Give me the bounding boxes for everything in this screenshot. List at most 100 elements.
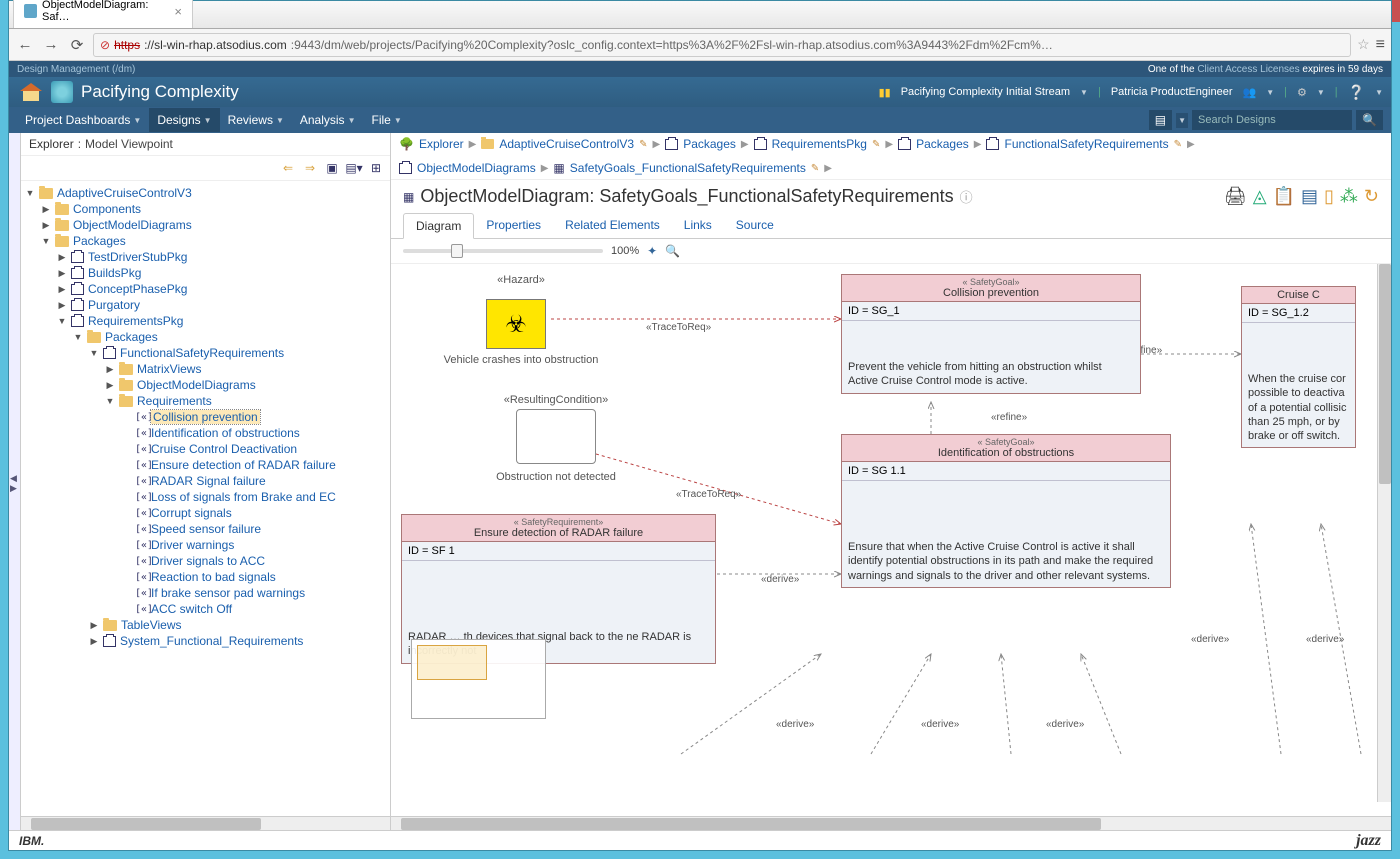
tree-requirement-item[interactable]: [«]If brake sensor pad warnings <box>121 585 390 601</box>
search-input[interactable] <box>1192 110 1352 130</box>
minimap[interactable] <box>411 639 546 719</box>
uml-sg12[interactable]: Cruise C ID = SG_1.2 When the cruise cor… <box>1241 286 1356 448</box>
tree-requirements[interactable]: ▼Requirements <box>105 393 390 409</box>
layout-icon[interactable]: ▤ <box>1149 110 1172 130</box>
requirement-icon: [«] <box>135 524 147 535</box>
menu-designs[interactable]: Designs▼ <box>149 108 219 132</box>
doc-icon[interactable]: ▯ <box>1324 186 1334 207</box>
home-icon[interactable] <box>17 80 45 104</box>
tree-requirement-item[interactable]: [«]Driver warnings <box>121 537 390 553</box>
app-context: Design Management (/dm) <box>17 64 135 75</box>
info-icon[interactable]: ⓘ <box>960 187 973 206</box>
menu-project-dashboards[interactable]: Project Dashboards▼ <box>17 108 149 132</box>
tree-sysfr[interactable]: ▶System_Functional_Requirements <box>89 633 390 649</box>
bookmark-icon[interactable]: ☆ <box>1357 36 1370 53</box>
zoom-bar: 100% ✦ 🔍 <box>391 239 1391 263</box>
resulting-condition-box[interactable] <box>516 409 596 464</box>
tree-requirement-item[interactable]: [«]Ensure detection of RADAR failure <box>121 457 390 473</box>
browser-tab[interactable]: ObjectModelDiagram: Saf… × <box>13 0 193 28</box>
forward-button[interactable]: → <box>41 35 61 55</box>
bc-item[interactable]: Packages <box>683 137 736 151</box>
tree-reqpkg[interactable]: ▼RequirementsPkg <box>57 313 390 329</box>
tree-matrixviews[interactable]: ▶MatrixViews <box>105 361 390 377</box>
tree-icon[interactable]: ▤ <box>1301 186 1318 207</box>
tree-requirement-item[interactable]: [«]Loss of signals from Brake and EC <box>121 489 390 505</box>
tree-omd2[interactable]: ▶ObjectModelDiagrams <box>105 377 390 393</box>
menu-reviews[interactable]: Reviews▼ <box>220 108 292 132</box>
reload-button[interactable]: ⟳ <box>67 35 87 55</box>
tree-requirement-item[interactable]: [«]Corrupt signals <box>121 505 390 521</box>
menu-analysis[interactable]: Analysis▼ <box>292 108 364 132</box>
back-button[interactable]: ← <box>15 35 35 55</box>
nav-fwd-icon[interactable]: ⇒ <box>302 160 318 176</box>
help-icon[interactable]: ❔ <box>1348 84 1365 101</box>
tree-fsreq[interactable]: ▼FunctionalSafetyRequirements <box>89 345 390 361</box>
bc-current[interactable]: SafetyGoals_FunctionalSafetyRequirements <box>570 161 806 175</box>
url-input[interactable]: ⊘ https ://sl-win-rhap.atsodius.com :944… <box>93 33 1351 57</box>
tree-requirement-item[interactable]: [«]ACC switch Off <box>121 601 390 617</box>
tree-components[interactable]: ▶Components <box>41 201 390 217</box>
app-title: Pacifying Complexity <box>81 82 879 102</box>
search-icon[interactable]: 🔍 <box>1356 110 1383 130</box>
tree-root[interactable]: ▼AdaptiveCruiseControlV3 <box>25 185 390 201</box>
tree-omd[interactable]: ▶ObjectModelDiagrams <box>41 217 390 233</box>
bc-item[interactable]: FunctionalSafetyRequirements <box>1004 137 1168 151</box>
tree-requirement-item[interactable]: [«]Identification of obstructions <box>121 425 390 441</box>
copy-icon[interactable]: 📋 <box>1273 186 1295 207</box>
zoom-fit-icon[interactable]: ✦ <box>647 244 657 258</box>
collapse-icon[interactable]: ▣ <box>324 160 340 176</box>
hazard-icon[interactable]: ☣ <box>486 299 546 349</box>
tree-requirement-item[interactable]: [«]RADAR Signal failure <box>121 473 390 489</box>
zoom-mag-icon[interactable]: 🔍 <box>665 244 680 258</box>
tab-links[interactable]: Links <box>672 213 724 238</box>
refresh-icon[interactable]: ↻ <box>1364 186 1379 207</box>
zoom-slider[interactable] <box>403 249 603 253</box>
tree-pkg[interactable]: ▶BuildsPkg <box>57 265 390 281</box>
bc-item[interactable]: Packages <box>916 137 969 151</box>
license-link[interactable]: Client Access Licenses <box>1197 64 1299 75</box>
tab-diagram[interactable]: Diagram <box>403 213 474 239</box>
tab-source[interactable]: Source <box>724 213 786 238</box>
tree-pkg[interactable]: ▶Purgatory <box>57 297 390 313</box>
pencil-icon[interactable]: ✎ <box>639 139 647 150</box>
tree-pkg[interactable]: ▶ConceptPhasePkg <box>57 281 390 297</box>
minimap-viewport[interactable] <box>417 645 487 680</box>
tree-tableviews[interactable]: ▶TableViews <box>89 617 390 633</box>
user-name[interactable]: Patricia ProductEngineer <box>1111 86 1233 98</box>
menu-icon[interactable]: ≡ <box>1376 36 1385 54</box>
tree-requirement-item[interactable]: [«]Driver signals to ACC <box>121 553 390 569</box>
diagram-canvas-wrap[interactable]: «Hazard» ☣ Vehicle crashes into obstruct… <box>391 263 1391 816</box>
sidebar-toggle[interactable]: ◀▶ <box>9 133 21 830</box>
tree-requirement-item[interactable]: [«]Reaction to bad signals <box>121 569 390 585</box>
bc-item[interactable]: AdaptiveCruiseControlV3 <box>499 137 634 151</box>
bc-item[interactable]: RequirementsPkg <box>772 137 867 151</box>
tree-requirement-item[interactable]: [«]Collision prevention <box>121 409 390 425</box>
tree-requirement-item[interactable]: [«]Speed sensor failure <box>121 521 390 537</box>
requirement-icon: [«] <box>135 604 147 615</box>
bc-explorer[interactable]: Explorer <box>419 137 464 151</box>
tree-subpkg[interactable]: ▼Packages <box>73 329 390 345</box>
filter-icon[interactable]: ▤▾ <box>346 160 362 176</box>
users-icon[interactable]: 👥 <box>1243 86 1257 99</box>
uml-sg1[interactable]: « SafetyGoal»Collision prevention ID = S… <box>841 274 1141 394</box>
nav-back-icon[interactable]: ⇐ <box>280 160 296 176</box>
content-hscrollbar[interactable] <box>391 816 1391 830</box>
print-icon[interactable]: 🖨 <box>1224 186 1247 207</box>
tab-related[interactable]: Related Elements <box>553 213 672 238</box>
tab-properties[interactable]: Properties <box>474 213 553 238</box>
menu-file[interactable]: File▼ <box>363 108 409 132</box>
requirement-icon: [«] <box>135 476 147 487</box>
tree-packages[interactable]: ▼Packages <box>41 233 390 249</box>
content-vscrollbar[interactable] <box>1377 264 1391 802</box>
explorer-hscrollbar[interactable] <box>21 816 390 830</box>
tree-pkg[interactable]: ▶TestDriverStubPkg <box>57 249 390 265</box>
palette-icon[interactable]: ◬ <box>1253 186 1267 207</box>
tree-requirement-item[interactable]: [«]Cruise Control Deactivation <box>121 441 390 457</box>
expand-icon[interactable]: ⊞ <box>368 160 384 176</box>
uml-sg11[interactable]: « SafetyGoal»Identification of obstructi… <box>841 434 1171 588</box>
tab-close-icon[interactable]: × <box>174 4 182 19</box>
bc-item[interactable]: ObjectModelDiagrams <box>417 161 536 175</box>
stream-name[interactable]: Pacifying Complexity Initial Stream <box>901 86 1070 98</box>
gear-icon[interactable]: ⚙ <box>1297 86 1307 99</box>
settings-icon[interactable]: ⁂ <box>1340 186 1358 207</box>
